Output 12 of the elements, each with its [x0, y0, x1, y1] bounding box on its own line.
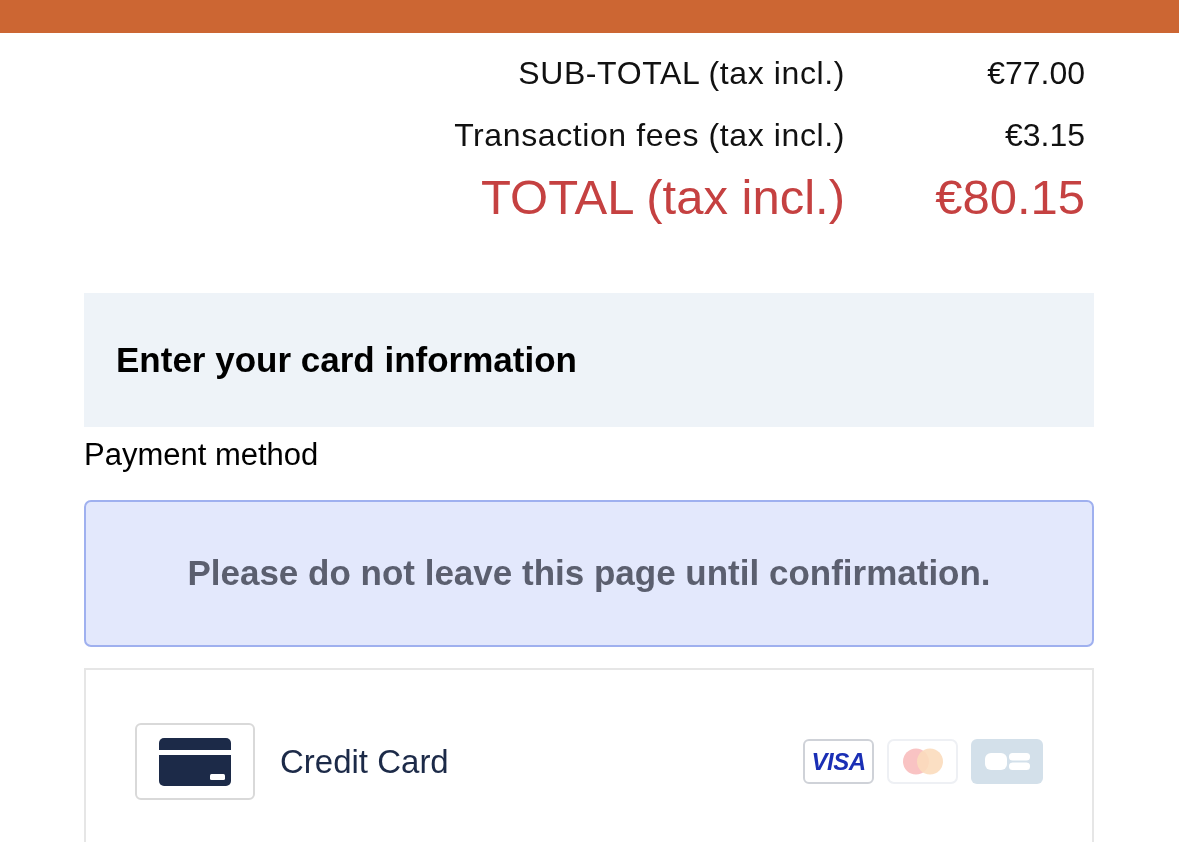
total-label: TOTAL (tax incl.): [481, 169, 845, 226]
section-title: Enter your card information: [116, 339, 577, 381]
payment-method-name: Credit Card: [280, 741, 449, 782]
total-amount: €80.15: [934, 169, 1085, 226]
notice-text: Please do not leave this page until confirmation.: [187, 552, 991, 595]
summary-label: SUB-TOTAL (tax incl.): [518, 54, 845, 93]
summary-amount: €3.15: [1003, 116, 1085, 155]
payment-method-label: Payment method: [84, 436, 320, 474]
visa-logo: VISA: [803, 739, 874, 784]
credit-card-icon: [135, 723, 255, 800]
summary-label: Transaction fees (tax incl.): [454, 116, 845, 155]
summary-amount: €77.00: [986, 54, 1085, 93]
